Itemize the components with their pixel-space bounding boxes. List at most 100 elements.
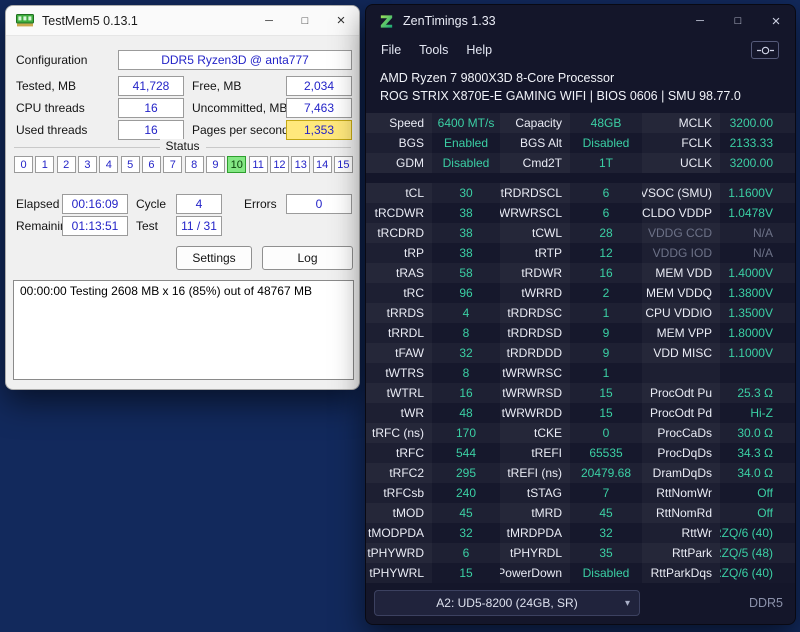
timing-value: 32 <box>459 346 473 360</box>
timing-label: tSTAG <box>500 483 570 503</box>
timing-row: tRC 96 tWRRD 2 MEM VDDQ 1.3800V <box>366 283 795 303</box>
timing-value: 1.8000V <box>728 326 773 340</box>
timing-value: 45 <box>599 506 613 520</box>
timing-value: Disabled <box>582 136 630 150</box>
zentimings-footer: A2: UD5-8200 (24GB, SR) ▾ DDR5 <box>366 590 795 624</box>
timing-label: ProcCaDs <box>642 423 720 443</box>
timing-label: tWTRS <box>366 363 432 383</box>
used-threads-label: Used threads <box>16 123 88 137</box>
used-threads-value: 16 <box>118 120 184 140</box>
errors-label: Errors <box>244 197 277 211</box>
timing-value: 1.1000V <box>728 346 773 360</box>
status-box-9: 9 <box>205 156 225 173</box>
uncommitted-value: 7,463 <box>286 98 352 118</box>
timing-label: RttNomRd <box>642 503 720 523</box>
timing-label: FCLK <box>642 133 720 153</box>
elapsed-label: Elapsed <box>16 197 60 211</box>
cpu-name: AMD Ryzen 7 9800X3D 8-Core Processor <box>380 71 615 85</box>
testmem5-titlebar[interactable]: TestMem5 0.13.1 ─ □ × <box>6 6 359 36</box>
timing-label: tRRDL <box>366 323 432 343</box>
zentimings-titlebar[interactable]: ZenTimings 1.33 ─ □ × <box>366 5 795 37</box>
timing-value: 9 <box>602 346 610 360</box>
timing-value: 1 <box>602 306 610 320</box>
test-value: 11 / 31 <box>176 216 222 236</box>
menu-tools[interactable]: Tools <box>410 43 457 57</box>
timing-label: tPHYRDL <box>500 543 570 563</box>
configuration-label: Configuration <box>16 53 88 67</box>
timing-value: 9 <box>602 326 610 340</box>
timing-label: VDDG CCD <box>642 223 720 243</box>
timing-label: BGS <box>366 133 432 153</box>
timing-label: tWTRL <box>366 383 432 403</box>
desktop-wallpaper: TestMem5 0.13.1 ─ □ × Configuration DDR5… <box>0 0 800 632</box>
pages-per-second-label: Pages per second <box>192 123 289 137</box>
screenshot-button[interactable] <box>751 41 779 59</box>
status-box-12: 12 <box>269 156 289 173</box>
timing-value: 32 <box>459 526 473 540</box>
tested-value: 41,728 <box>118 76 184 96</box>
timing-value: 8 <box>462 366 470 380</box>
timing-value: 48 <box>459 406 473 420</box>
status-boxes: 0 1 2 3 4 5 6 7 8 9 10 11 12 13 14 15 <box>14 156 353 173</box>
timing-value: 6400 MT/s <box>437 116 495 130</box>
minimize-button[interactable]: ─ <box>681 5 719 37</box>
ddr-type-label: DDR5 <box>748 596 783 610</box>
timing-row: tWTRL 16 tWRWRSD 15 ProcOdt Pu 25.3 Ω <box>366 383 795 403</box>
close-button[interactable]: × <box>757 5 795 37</box>
cycle-value: 4 <box>176 194 222 214</box>
status-box-5: 5 <box>120 156 140 173</box>
timing-value: Disabled <box>582 566 630 580</box>
timing-row: tCL 30 tRDRDSCL 6 VSOC (SMU) 1.1600V <box>366 183 795 203</box>
timing-value: 16 <box>459 386 473 400</box>
timing-label: tRCDWR <box>366 203 432 223</box>
timing-label: tRAS <box>366 263 432 283</box>
timing-label: tPHYWRD <box>366 543 432 563</box>
timing-label: VDD MISC <box>642 343 720 363</box>
zentimings-logo-icon <box>378 13 395 30</box>
timing-value: 34.0 Ω <box>737 466 773 480</box>
timing-row: tMODPDA 32 tMRDPDA 32 RttWrRZQ/6 (40) <box>366 523 795 543</box>
minimize-button[interactable]: ─ <box>251 6 287 35</box>
configuration-value: DDR5 Ryzen3D @ anta777 <box>118 50 352 70</box>
timing-value: 7 <box>602 486 610 500</box>
maximize-button[interactable]: □ <box>287 6 323 35</box>
timing-label: UCLK <box>642 153 720 173</box>
log-button[interactable]: Log <box>262 246 353 270</box>
close-button[interactable]: × <box>323 6 359 35</box>
timing-label: ProcDqDs <box>642 443 720 463</box>
testmem5-body: Configuration DDR5 Ryzen3D @ anta777 Tes… <box>6 36 359 389</box>
timing-row: tPHYWRD 6 tPHYRDL 35 RttParkRZQ/5 (48) <box>366 543 795 563</box>
maximize-button[interactable]: □ <box>719 5 757 37</box>
timing-value: Hi-Z <box>750 406 773 420</box>
timing-row: tRRDS 4 tRDRDSC 1 CPU VDDIO 1.3500V <box>366 303 795 323</box>
timing-value: 35 <box>599 546 613 560</box>
timing-label: tRFC (ns) <box>366 423 432 443</box>
timing-value: 1.3500V <box>728 306 773 320</box>
timing-value: 30 <box>459 186 473 200</box>
cpu-threads-value: 16 <box>118 98 184 118</box>
timing-value: 240 <box>455 486 477 500</box>
log-output[interactable]: 00:00:00 Testing 2608 MB x 16 (85%) out … <box>13 280 354 380</box>
timing-row: tRCDWR 38 tWRWRSCL 6 CLDO VDDP 1.0478V <box>366 203 795 223</box>
menu-file[interactable]: File <box>372 43 410 57</box>
dimm-select[interactable]: A2: UD5-8200 (24GB, SR) ▾ <box>374 590 640 616</box>
timing-value: 544 <box>455 446 477 460</box>
status-box-3: 3 <box>77 156 97 173</box>
camera-icon <box>756 45 774 56</box>
status-box-10: 10 <box>227 156 247 173</box>
timing-row: Speed 6400 MT/s Capacity 48GB MCLK 3200.00 <box>366 113 795 133</box>
status-group-label: Status <box>159 139 206 153</box>
settings-button[interactable]: Settings <box>176 246 252 270</box>
errors-value: 0 <box>286 194 352 214</box>
testmem5-window-title: TestMem5 0.13.1 <box>42 13 138 28</box>
timing-label: tWR <box>366 403 432 423</box>
menu-help[interactable]: Help <box>457 43 501 57</box>
free-value: 2,034 <box>286 76 352 96</box>
timing-value: N/A <box>752 226 773 240</box>
timing-label: tRDWR <box>500 263 570 283</box>
free-label: Free, MB <box>192 79 242 93</box>
timing-label: RttParkDqs <box>642 563 720 583</box>
timing-label: ProcOdt Pu <box>642 383 720 403</box>
timing-value: 0 <box>602 426 610 440</box>
timing-label: CPU VDDIO <box>642 303 720 323</box>
